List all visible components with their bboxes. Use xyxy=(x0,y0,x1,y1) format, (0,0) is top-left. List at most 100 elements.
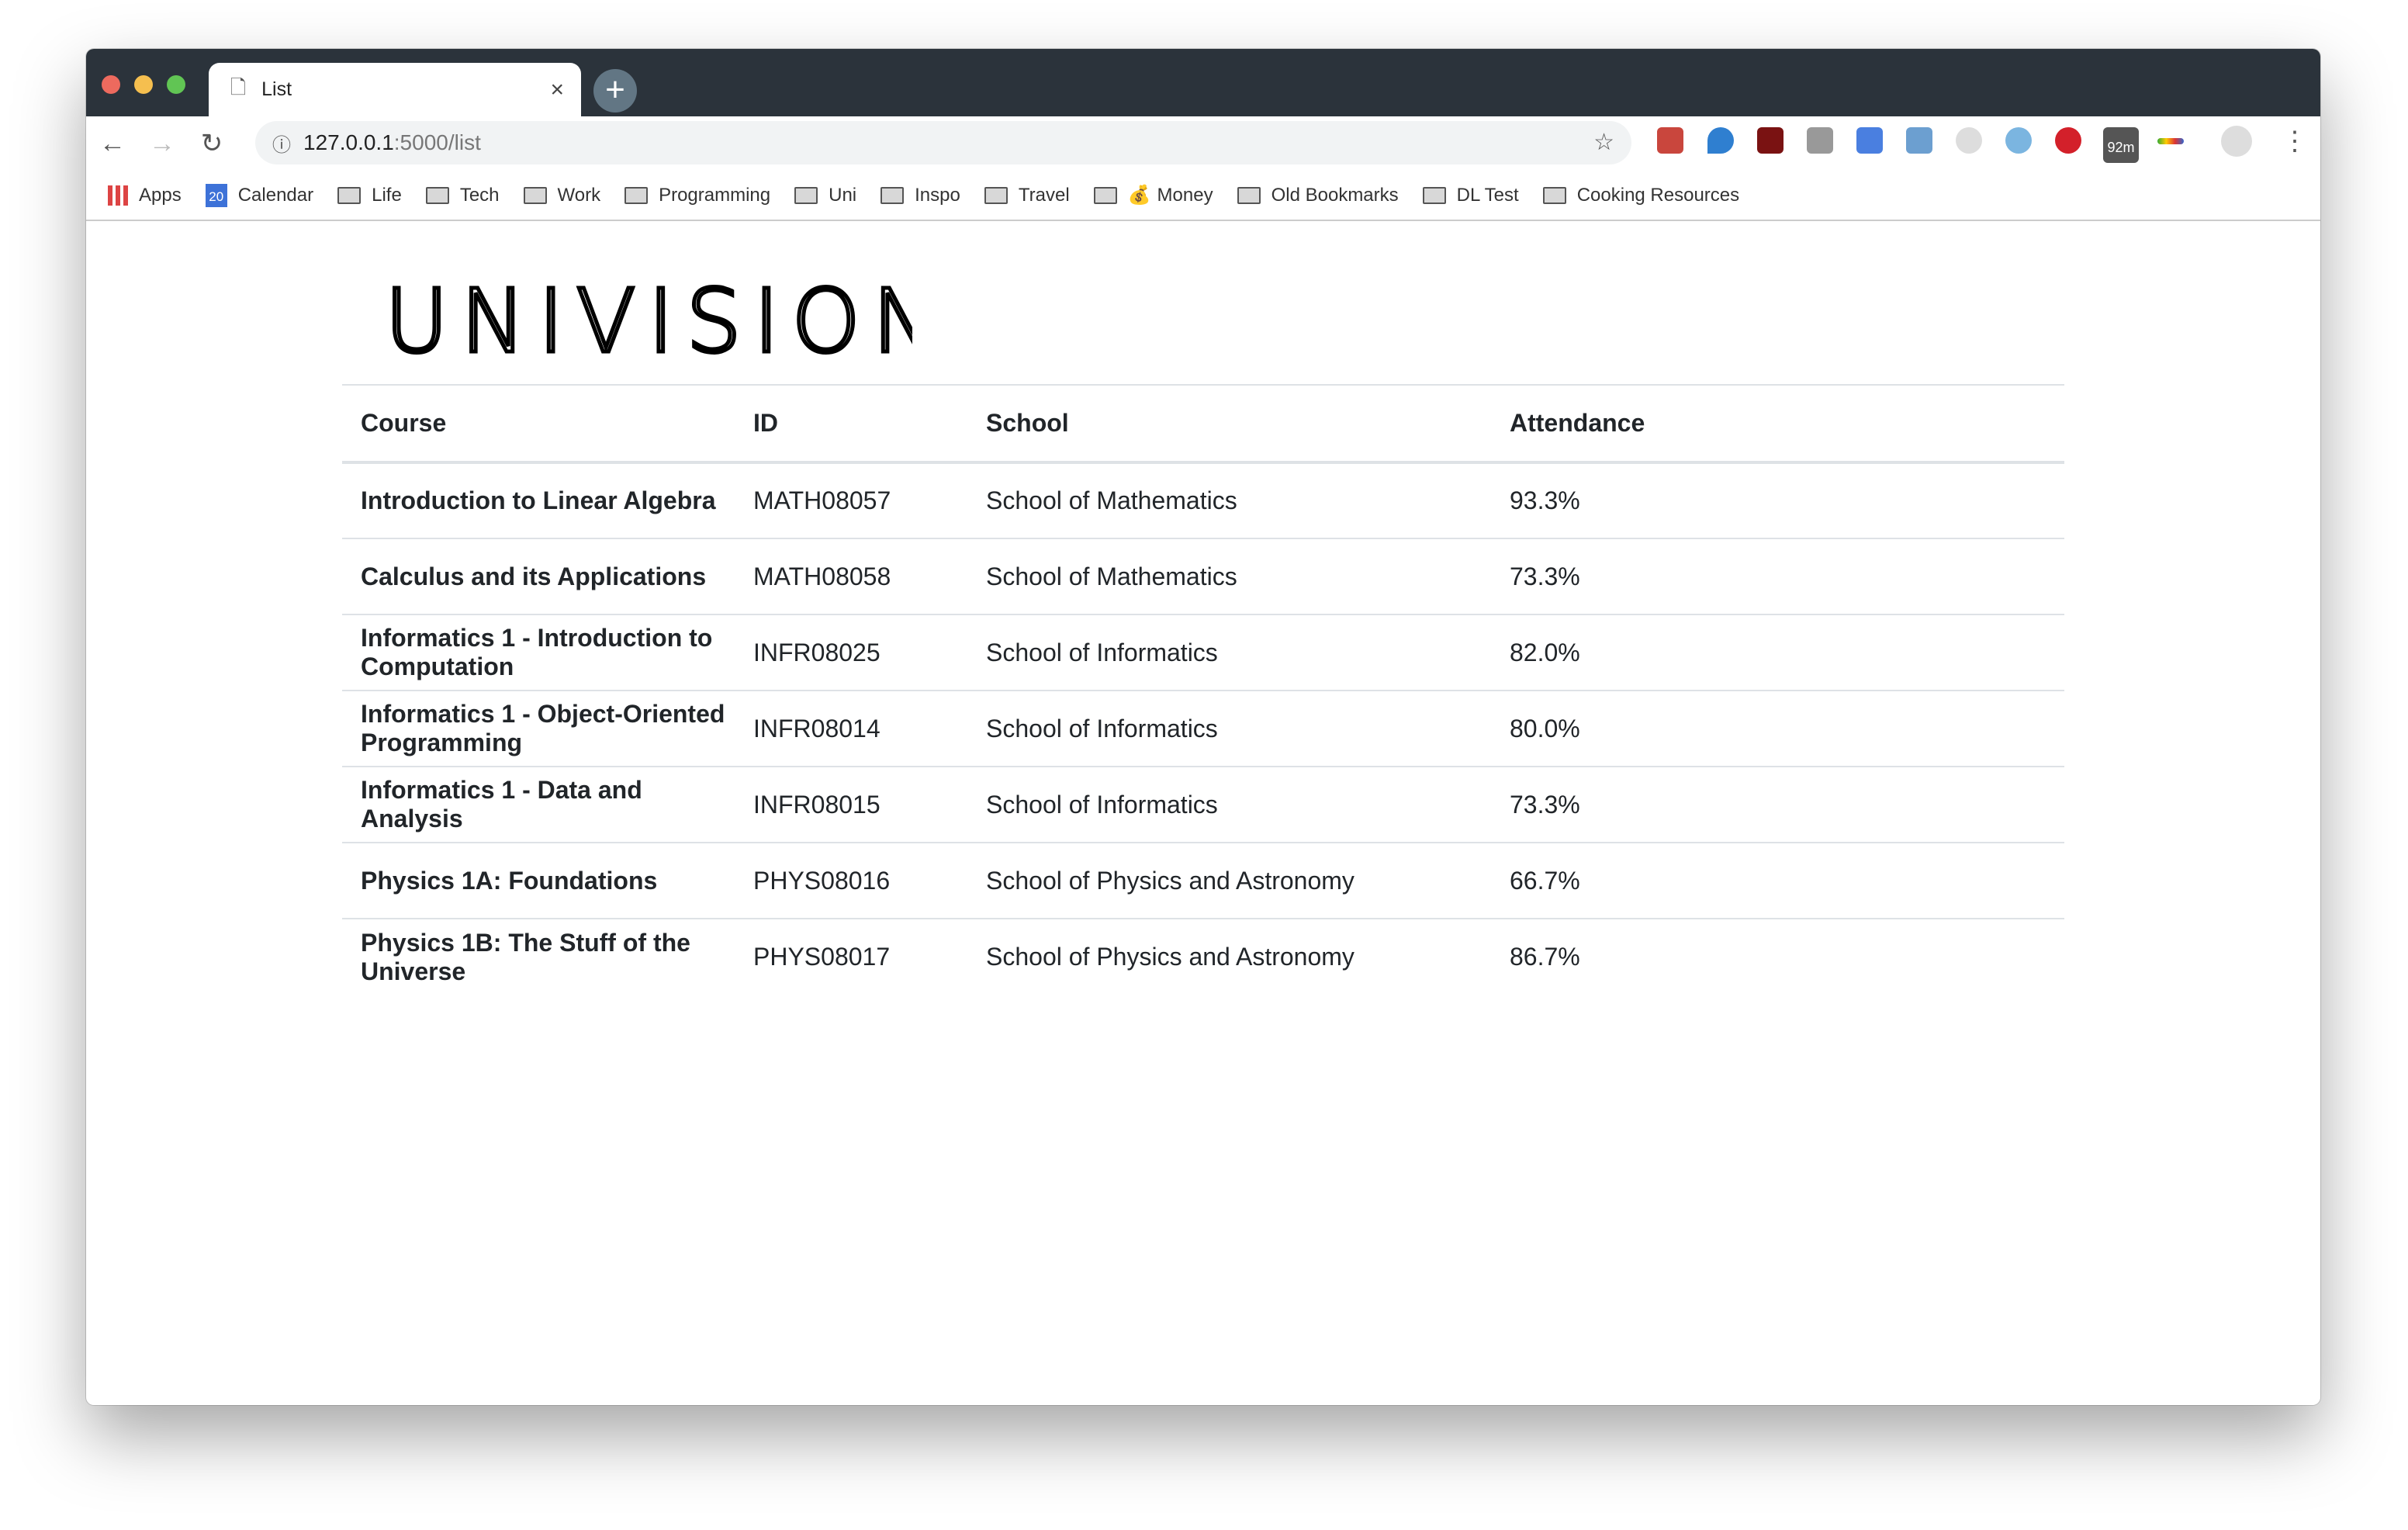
tab-list[interactable]: 🗋 List × xyxy=(209,63,581,116)
extension-dollar-icon[interactable] xyxy=(1956,127,1982,154)
table-row: Introduction to Linear Algebra MATH08057 S… xyxy=(342,462,2064,539)
page-icon: 🗋 xyxy=(230,77,247,99)
address-bar[interactable]: ⓘ 127.0.0.1:5000/list ☆ xyxy=(255,121,1631,164)
table-row: Informatics 1 - Object-Oriented Programm… xyxy=(342,691,2064,767)
money-bag-icon: 💰 xyxy=(1127,185,1151,206)
folder-icon xyxy=(984,186,1008,204)
bookmark-uni[interactable]: Uni xyxy=(794,185,856,206)
bookmark-work[interactable]: Work xyxy=(523,184,601,206)
folder-icon xyxy=(1237,186,1261,204)
bookmark-old-bookmarks[interactable]: Old Bookmarks xyxy=(1237,185,1399,206)
school-name: School of Mathematics xyxy=(967,538,1491,615)
univision-logo: UNIVISION xyxy=(385,283,912,361)
bookmarks-bar: Apps 20 Calendar Life Tech Work Programmi… xyxy=(86,171,2320,221)
course-name[interactable]: Physics 1A: Foundations xyxy=(342,843,735,919)
header-id[interactable]: ID xyxy=(735,385,967,464)
course-name[interactable]: Introduction to Linear Algebra xyxy=(342,462,735,539)
table-row: Informatics 1 - Introduction to Computat… xyxy=(342,614,2064,691)
calendar-icon: 20 xyxy=(205,183,227,207)
bookmark-tech[interactable]: Tech xyxy=(425,184,500,206)
tab-bar: 🗋 List × + xyxy=(86,49,2320,116)
course-name[interactable]: Informatics 1 - Introduction to Computat… xyxy=(342,614,735,691)
attendance: 73.3% xyxy=(1491,767,2064,843)
folder-icon xyxy=(1093,186,1117,204)
bookmark-label: Cooking Resources xyxy=(1576,184,1740,206)
course-id: PHYS08017 xyxy=(753,943,891,971)
bookmark-label: DL Test xyxy=(1456,184,1519,206)
course-name[interactable]: Physics 1B: The Stuff of the Universe xyxy=(342,919,735,995)
bookmark-money[interactable]: 💰 Money xyxy=(1093,184,1213,206)
extension-sa-icon[interactable] xyxy=(1807,127,1833,154)
url-path: :5000/list xyxy=(393,130,481,154)
attendance: 82.0% xyxy=(1491,614,2064,691)
reload-icon[interactable]: ↻ xyxy=(196,128,227,159)
bookmark-travel[interactable]: Travel xyxy=(984,185,1070,206)
course-name[interactable]: Informatics 1 - Data and Analysis xyxy=(342,767,735,843)
bookmark-cooking-resources[interactable]: Cooking Resources xyxy=(1542,184,1740,206)
extension-gallery-icon[interactable] xyxy=(1906,127,1932,154)
extension-arc-icon[interactable] xyxy=(2157,138,2184,144)
close-window-button[interactable] xyxy=(102,75,120,94)
course-id: MATH08057 xyxy=(735,462,967,539)
header-attendance[interactable]: Attendance xyxy=(1491,385,2064,464)
course-id: INFR08015 xyxy=(735,767,967,843)
bookmark-label: Inspo xyxy=(915,184,960,206)
bookmark-calendar[interactable]: 20 Calendar xyxy=(205,183,313,207)
bookmark-life[interactable]: Life xyxy=(337,185,402,206)
forward-icon[interactable]: → xyxy=(147,129,178,159)
bookmark-label: Work xyxy=(557,184,601,206)
folder-icon xyxy=(624,186,649,204)
toolbar: ← → ↻ ⓘ 127.0.0.1:5000/list ☆ 92m ⋮ xyxy=(86,116,2320,171)
bookmark-inspo[interactable]: Inspo xyxy=(881,185,960,206)
extension-dictionary-icon[interactable] xyxy=(1657,127,1683,154)
school-name: School of Informatics xyxy=(967,691,1491,767)
close-tab-icon[interactable]: × xyxy=(550,77,564,103)
extension-timer-icon[interactable]: 92m xyxy=(2103,127,2139,163)
folder-icon xyxy=(337,186,362,204)
table-row: Informatics 1 - Data and Analysis INFR080… xyxy=(342,767,2064,843)
bookmark-label: Programming xyxy=(659,184,771,206)
browser-window: 🗋 List × + ← → ↻ ⓘ 127.0.0.1:5000/list ☆… xyxy=(86,49,2320,1405)
bookmark-apps[interactable]: Apps xyxy=(108,185,182,206)
pinterest-icon[interactable] xyxy=(2055,127,2081,154)
bookmark-programming[interactable]: Programming xyxy=(624,185,770,206)
bookmark-label: Uni xyxy=(829,184,857,206)
maximize-window-button[interactable] xyxy=(167,75,185,94)
folder-icon xyxy=(425,186,449,204)
bookmark-dl-test[interactable]: DL Test xyxy=(1422,184,1519,206)
extension-pin-icon[interactable] xyxy=(1707,127,1734,154)
back-icon[interactable]: ← xyxy=(97,129,128,159)
extension-ublock-icon[interactable] xyxy=(1757,127,1784,154)
new-tab-button[interactable]: + xyxy=(593,69,637,112)
profile-avatar[interactable] xyxy=(2221,126,2252,157)
course-id: PHYS08016 xyxy=(735,843,967,919)
bookmark-label: Money xyxy=(1157,184,1213,206)
attendance: 66.7% xyxy=(1491,843,2064,919)
extension-translate-icon[interactable] xyxy=(1856,127,1883,154)
bookmark-label: Apps xyxy=(139,184,182,206)
course-name[interactable]: Informatics 1 - Object-Oriented Programm… xyxy=(342,691,735,767)
course-id: INFR08014 xyxy=(735,691,967,767)
folder-icon xyxy=(523,186,547,204)
minimize-window-button[interactable] xyxy=(134,75,153,94)
bookmark-star-icon[interactable]: ☆ xyxy=(1593,129,1614,156)
folder-icon xyxy=(794,186,818,204)
school-name: School of Informatics xyxy=(967,614,1491,691)
header-school[interactable]: School xyxy=(967,385,1491,464)
bookmark-label: Tech xyxy=(459,184,500,206)
header-course[interactable]: Course xyxy=(342,385,735,464)
school-name: School of Physics and Astronomy xyxy=(967,843,1491,919)
info-icon: ⓘ xyxy=(272,134,291,156)
course-id: MATH08058 xyxy=(735,538,967,615)
school-name: School of Physics and Astronomy xyxy=(986,943,1354,971)
menu-icon[interactable]: ⋮ xyxy=(2282,126,2308,157)
timer-badge: 92m xyxy=(2107,140,2135,155)
attendance: 86.7% xyxy=(1510,943,1580,971)
logo-text: UNIVISION xyxy=(385,283,912,361)
bookmark-label: Life xyxy=(372,184,402,206)
page-content: UNIVISION Course ID School Attendance In… xyxy=(86,221,2320,1405)
url-host: 127.0.0.1 xyxy=(303,130,394,154)
extension-v-icon[interactable] xyxy=(2005,127,2032,154)
folder-icon xyxy=(1422,186,1446,204)
course-name[interactable]: Calculus and its Applications xyxy=(342,538,735,615)
